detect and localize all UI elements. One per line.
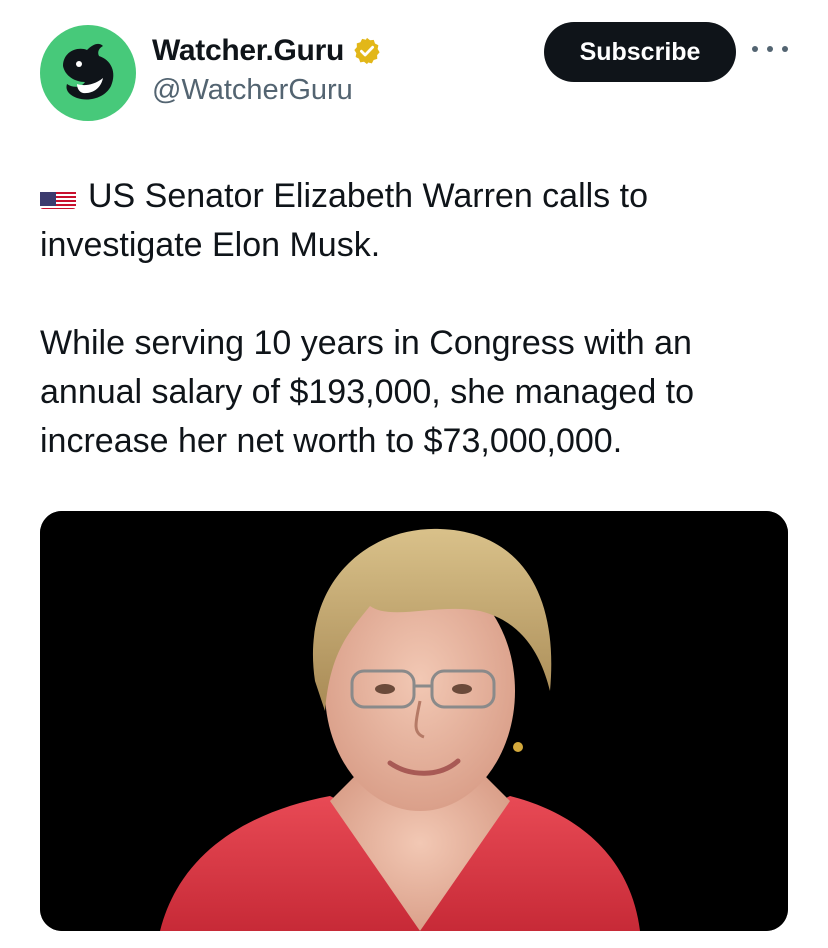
tweet-line-1: US Senator Elizabeth Warren calls to inv… [40,177,648,264]
whale-icon [63,43,114,100]
subscribe-button[interactable]: Subscribe [544,22,736,82]
tweet-paragraph-2: While serving 10 years in Congress with … [40,324,695,460]
media-photo[interactable] [40,511,788,931]
verified-badge-icon [354,37,380,65]
portrait-photo [40,511,788,931]
us-flag-icon [40,183,76,209]
more-horizontal-icon[interactable] [752,38,788,60]
user-handle[interactable]: @WatcherGuru [152,74,353,107]
more-dot [767,46,773,52]
tweet-paragraph-1: US Senator Elizabeth Warren calls to inv… [40,172,800,270]
tweet-text: US Senator Elizabeth Warren calls to inv… [40,172,800,466]
more-dot [782,46,788,52]
more-dot [752,46,758,52]
display-name[interactable]: Watcher.Guru [152,34,344,68]
author-name-row[interactable]: Watcher.Guru [152,34,382,68]
avatar[interactable] [40,25,136,121]
